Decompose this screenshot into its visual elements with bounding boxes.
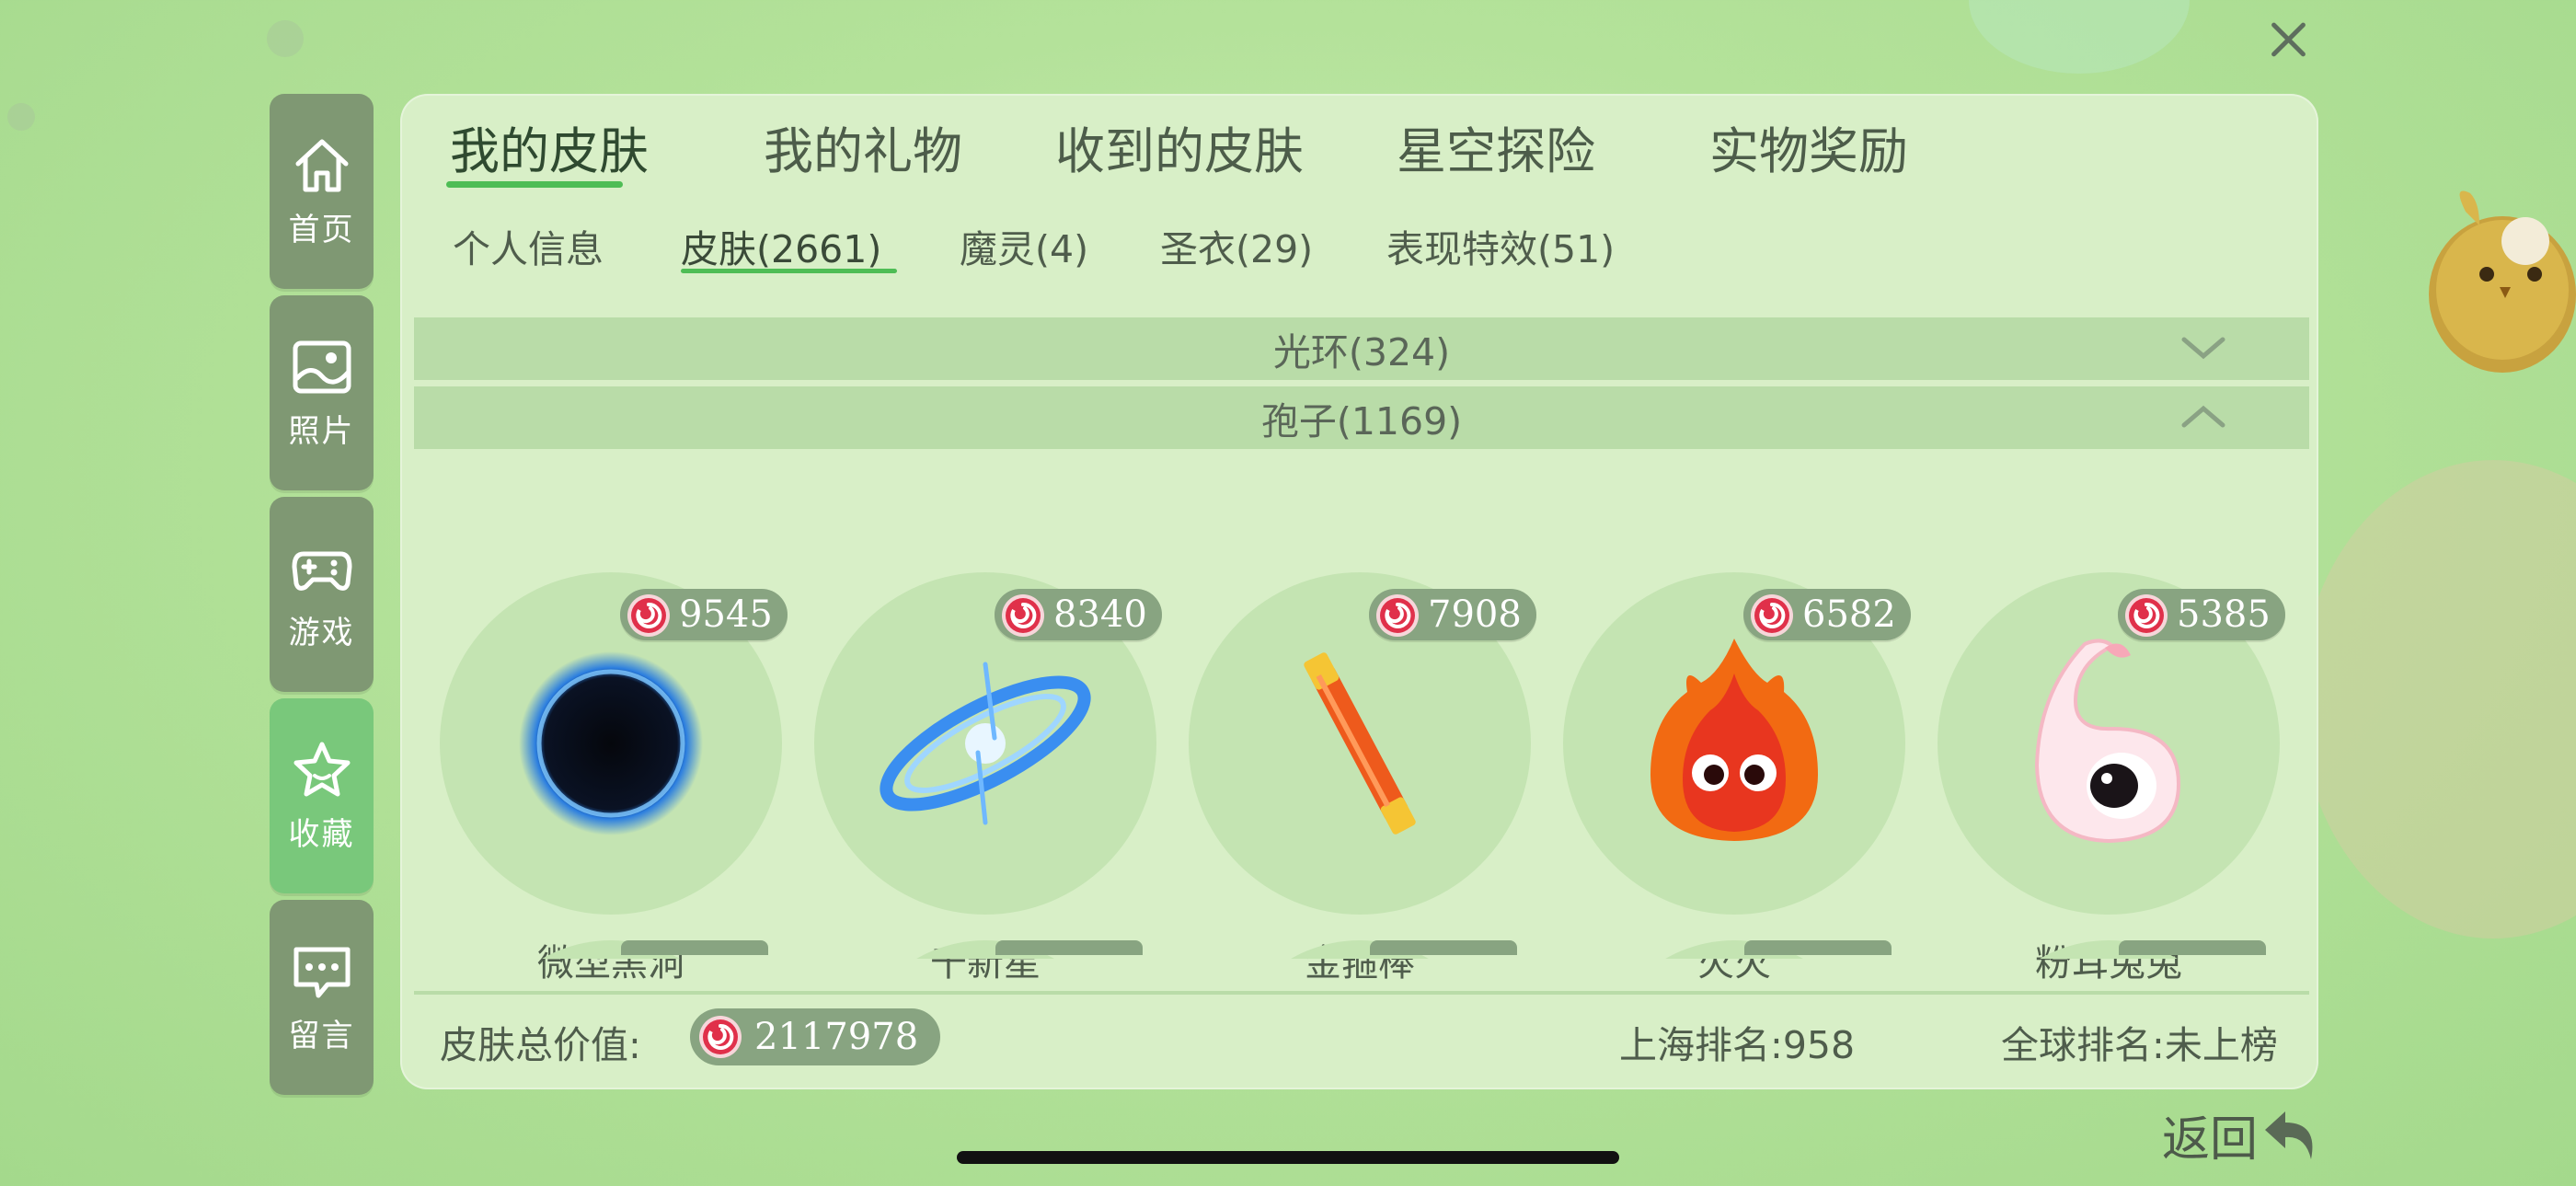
sidebar-item-label: 留言 (288, 1017, 355, 1054)
tab-starry-adventure[interactable]: 星空探险 (1397, 110, 1595, 183)
sidebar-item-messages[interactable]: 留言 (270, 900, 374, 1095)
price-badge-partial (1744, 940, 1892, 955)
price-value: 6582 (1802, 593, 1896, 636)
subtab-effects[interactable]: 表现特效(51) (1386, 218, 1615, 273)
price-badge: 5385 (2118, 589, 2285, 640)
background-blob (2300, 460, 2576, 938)
category-spores[interactable]: 孢子(1169) (414, 386, 2309, 449)
category-label: 光环(324) (1272, 330, 1451, 374)
star-icon (293, 742, 350, 796)
total-value-label: 皮肤总价值: (440, 1023, 641, 1067)
sidebar-item-label: 游戏 (288, 614, 355, 651)
category-halo[interactable]: 光环(324) (414, 317, 2309, 380)
sidebar-item-favorites[interactable]: 收藏 (270, 698, 374, 893)
sidebar-item-photos[interactable]: 照片 (270, 295, 374, 490)
price-badge-partial (621, 940, 768, 955)
price-badge: 7908 (1369, 589, 1536, 640)
price-badge: 6582 (1743, 589, 1911, 640)
tab-physical-rewards[interactable]: 实物奖励 (1709, 110, 1908, 183)
subtab-skins[interactable]: 皮肤(2661) (681, 218, 881, 273)
message-icon (293, 947, 350, 997)
candy-currency-icon (1751, 594, 1793, 637)
category-label: 孢子(1169) (1260, 399, 1463, 443)
back-arrow-icon (2265, 1111, 2313, 1159)
skin-panel: 我的皮肤 我的礼物 收到的皮肤 星空探险 实物奖励 个人信息 皮肤(2661) … (400, 94, 2318, 1089)
price-value: 7908 (1428, 593, 1522, 636)
home-icon (295, 139, 348, 191)
gamepad-icon (292, 551, 351, 591)
tab-my-skins[interactable]: 我的皮肤 (450, 110, 649, 183)
candy-currency-icon (627, 594, 670, 637)
home-indicator[interactable] (957, 1151, 1619, 1164)
sidebar-item-home[interactable]: 首页 (270, 94, 374, 289)
price-badge: 9545 (620, 589, 788, 640)
pet-character-icon[interactable] (2415, 184, 2576, 396)
photo-icon (293, 340, 351, 393)
price-value: 5385 (2177, 593, 2271, 636)
sub-tab-indicator (681, 269, 897, 273)
sidebar-item-games[interactable]: 游戏 (270, 497, 374, 692)
price-value: 8340 (1053, 593, 1147, 636)
main-tab-bar: 我的皮肤 我的礼物 收到的皮肤 星空探险 实物奖励 (400, 110, 2318, 202)
candy-currency-icon (1376, 594, 1419, 637)
chevron-up-icon (2181, 405, 2225, 428)
price-badge: 8340 (995, 589, 1162, 640)
background-blob (7, 103, 35, 131)
shanghai-rank: 上海排名:958 (1619, 1023, 1856, 1067)
price-value: 9545 (679, 593, 773, 636)
tab-received-skins[interactable]: 收到的皮肤 (1055, 110, 1304, 183)
sub-tab-bar: 个人信息 皮肤(2661) 魔灵(4) 圣衣(29) 表现特效(51) (400, 218, 2318, 273)
background-blob (1969, 0, 2190, 74)
price-badge-partial (2119, 940, 2266, 955)
candy-currency-icon (2125, 594, 2168, 637)
footer-divider (414, 991, 2309, 995)
total-value-badge: 2117978 (690, 1008, 941, 1065)
subtab-personal-info[interactable]: 个人信息 (453, 218, 604, 273)
footer-stats: 皮肤总价值: 2117978 上海排名:958 全球排名:未上榜 (400, 1007, 2318, 1080)
sidebar-item-label: 首页 (288, 211, 355, 248)
subtab-armor[interactable]: 圣衣(29) (1160, 218, 1313, 273)
chevron-down-icon (2181, 337, 2225, 360)
sidebar-item-label: 收藏 (288, 815, 355, 853)
price-badge-partial (1370, 940, 1517, 955)
candy-currency-icon (1002, 594, 1044, 637)
close-button[interactable] (2265, 17, 2311, 63)
tab-my-gifts[interactable]: 我的礼物 (764, 110, 962, 183)
skin-grid-next-row (400, 940, 2318, 959)
background-blob (267, 20, 304, 57)
subtab-spirits[interactable]: 魔灵(4) (960, 218, 1088, 273)
global-rank: 全球排名:未上榜 (2001, 1023, 2278, 1067)
total-value: 2117978 (754, 1016, 919, 1058)
main-tab-indicator (446, 181, 623, 188)
back-label: 返回 (2162, 1111, 2259, 1168)
price-badge-partial (995, 940, 1143, 955)
back-button[interactable]: 返回 (2162, 1102, 2322, 1168)
candy-currency-icon (699, 1016, 742, 1058)
sidebar-item-label: 照片 (288, 412, 355, 450)
